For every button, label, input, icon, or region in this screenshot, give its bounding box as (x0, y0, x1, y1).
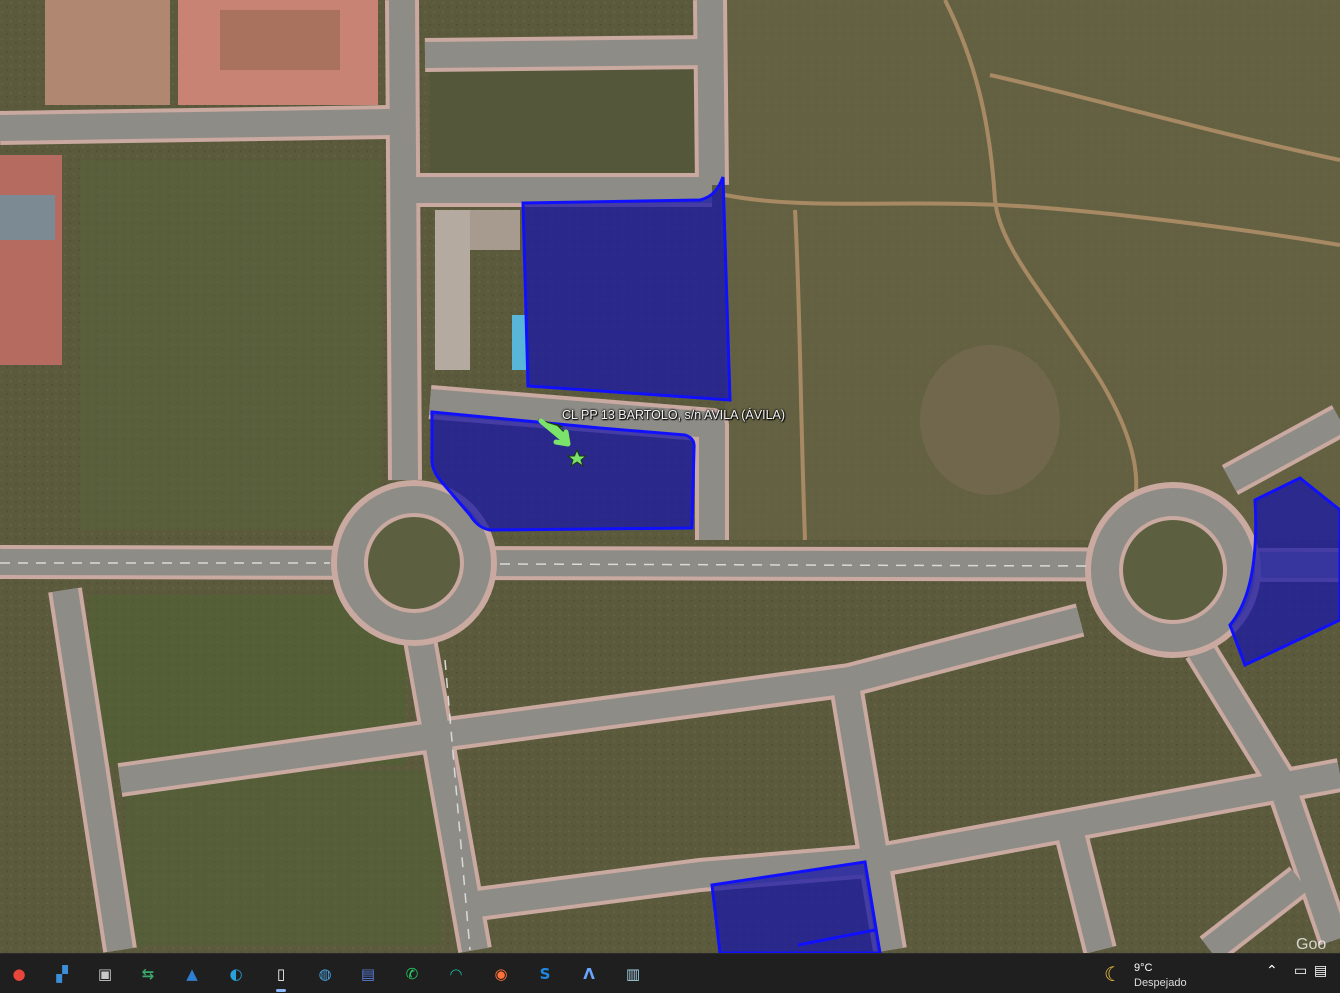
firefox-icon[interactable]: ◉ (488, 961, 514, 987)
s-app-icon[interactable]: S (532, 961, 558, 987)
weather-temperature: 9°C (1134, 962, 1153, 974)
chrome-icon[interactable]: ● (6, 961, 32, 987)
satellite-map[interactable]: CL PP 13 BARTOLO, s/n AVILA (ÁVILA) Goo (0, 0, 1340, 953)
window-app-icon[interactable]: ▥ (620, 961, 646, 987)
document-icon[interactable]: ▯ (268, 961, 294, 992)
moon-icon: ☾ (1104, 962, 1122, 986)
globe-icon[interactable]: ◍ (312, 961, 338, 987)
chevron-up-icon[interactable]: ⌃ (1266, 963, 1278, 979)
maps-app-icon[interactable]: ▞ (49, 961, 75, 987)
weather-widget[interactable]: ☾ 9°C Despejado (1104, 960, 1214, 990)
save-icon[interactable]: ▤ (355, 961, 381, 987)
edge-icon[interactable]: ◐ (223, 961, 249, 987)
green-field (80, 160, 380, 530)
parcel-north[interactable] (521, 176, 732, 402)
wireless-app-icon[interactable]: ◠ (443, 961, 469, 987)
green-field (125, 770, 440, 945)
display-icon[interactable]: ▭ (1294, 963, 1307, 979)
scrub-area (920, 345, 1060, 495)
placemark-label[interactable]: CL PP 13 BARTOLO, s/n AVILA (ÁVILA) (562, 408, 785, 422)
map-watermark: Goo (1296, 936, 1327, 953)
whatsapp-icon[interactable]: ✆ (399, 961, 425, 987)
a-app-icon[interactable]: Λ (576, 961, 602, 987)
photos-icon[interactable]: ▲ (179, 961, 205, 987)
field-block (430, 70, 698, 180)
map-canvas[interactable] (0, 0, 1340, 953)
weather-condition: Despejado (1134, 977, 1187, 989)
network-icon[interactable]: ▤ (1314, 963, 1327, 979)
snip-icon[interactable]: ▣ (92, 961, 118, 987)
taskbar: ● ▞ ▣ ⇆ ▲ ◐ ▯ ◍ ▤ ✆ ◠ ◉ S Λ ▥ ☾ 9°C Despejado ⌃ ▭ ▤ (0, 953, 1340, 993)
share-icon[interactable]: ⇆ (135, 961, 161, 987)
